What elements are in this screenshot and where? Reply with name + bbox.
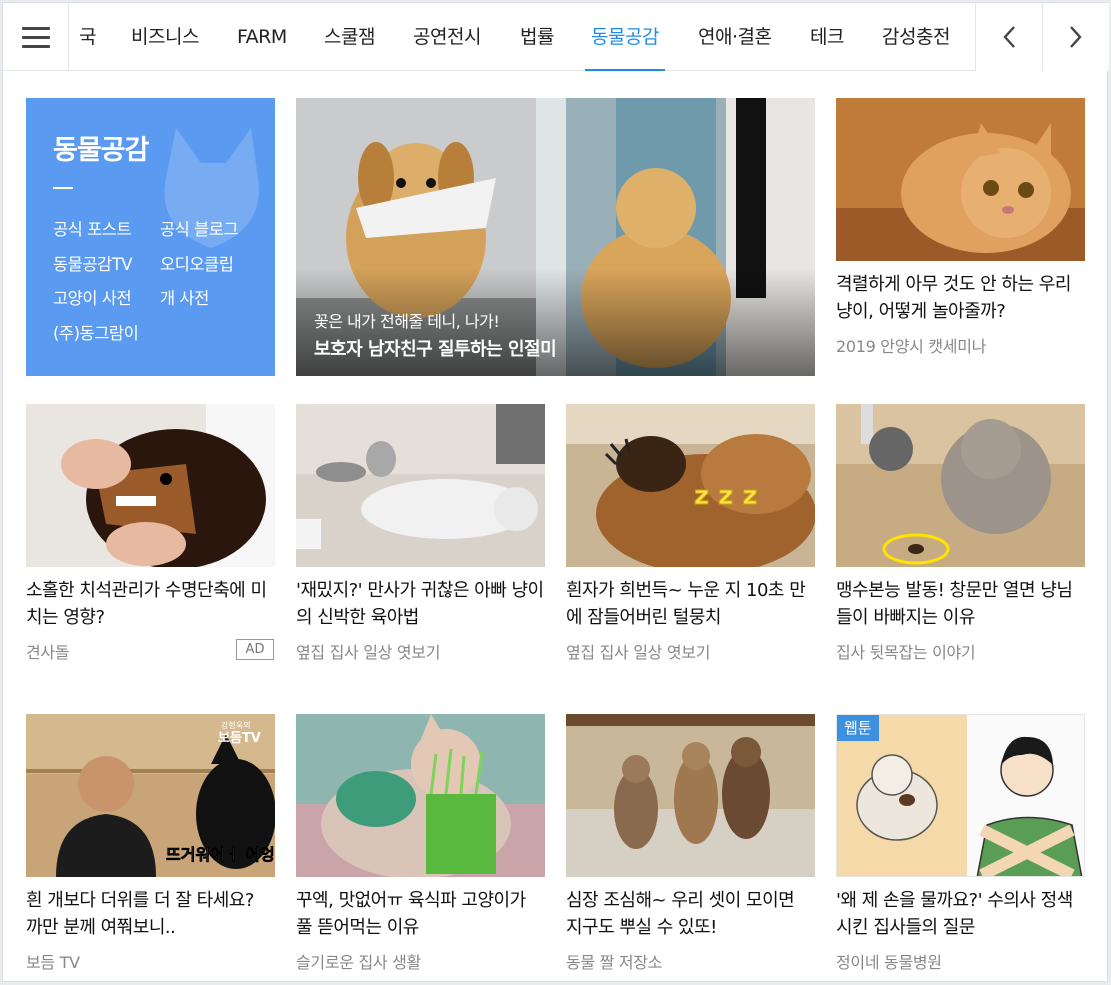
card-thumbnail[interactable]: [26, 404, 275, 567]
tab-schooljam[interactable]: 스쿨잼: [324, 3, 375, 71]
card-thumbnail[interactable]: 강형욱의 보듬TV 뜨거워어ㅓ 어엉!!: [26, 714, 275, 877]
card-title[interactable]: 심장 조심해~ 우리 셋이 모이면 지구도 뿌실 수 있또!: [566, 887, 815, 941]
tab-dating[interactable]: 연애·결혼: [698, 3, 772, 71]
tab-performance[interactable]: 공연전시: [413, 3, 481, 71]
tab-tech[interactable]: 테크: [810, 3, 844, 71]
card-source: 2019 안양시 캣세미나: [836, 337, 987, 356]
card-source: 집사 뒷목잡는 이야기: [836, 643, 976, 662]
card-title[interactable]: 격렬하게 아무 것도 안 하는 우리 냥이, 어떻게 놀아줄까?: [836, 271, 1085, 325]
intro-link-post[interactable]: 공식 포스트: [53, 216, 132, 240]
cat-grass-photo: [296, 714, 545, 877]
tab-news[interactable]: 국: [79, 3, 96, 71]
bodeum-tv-photo: 강형욱의 보듬TV 뜨거워어ㅓ 어엉!!: [26, 714, 275, 877]
intro-link-dog-dict[interactable]: 개 사전: [160, 285, 209, 309]
content-panel: 국 비즈니스 FARM 스쿨잼 공연전시 법률 동물공감 연애·결혼 테크 감성…: [2, 2, 1109, 982]
dog-teeth-photo: [26, 404, 275, 567]
ad-badge: AD: [236, 639, 274, 660]
card-title[interactable]: 소홀한 치석관리가 수명단축에 미치는 영향?: [26, 577, 275, 631]
card-source: 보듬 TV: [26, 953, 80, 972]
divider: [53, 187, 73, 189]
bodeum-tv-logo: 보듬TV: [218, 731, 261, 746]
card-source: 동물 짤 저장소: [566, 953, 663, 972]
featured-title: 보호자 남자친구 질투하는 인절미: [314, 339, 557, 360]
card-thumbnail[interactable]: 웹툰: [836, 714, 1085, 877]
card-title[interactable]: 흰 개보다 더위를 더 잘 타세요? 까만 분께 여쭤보니..: [26, 887, 275, 941]
card-title[interactable]: 흰자가 희번득~ 누운 지 10초 만에 잠들어버린 털뭉치: [566, 577, 815, 631]
card-title[interactable]: '왜 제 손을 물까요?' 수의사 정색시킨 집사들의 질문: [836, 887, 1085, 941]
intro-link-audioclip[interactable]: 오디오클립: [160, 251, 234, 275]
card-thumbnail[interactable]: [296, 404, 545, 567]
cat-photo: [836, 98, 1085, 261]
tab-animals[interactable]: 동물공감: [585, 3, 665, 71]
card-thumbnail[interactable]: z z z: [566, 404, 815, 567]
featured-subtitle: 꽃은 내가 전해줄 테니, 나가!: [314, 312, 500, 331]
featured-card[interactable]: 꽃은 내가 전해줄 테니, 나가! 보호자 남자친구 질투하는 인절미: [296, 98, 815, 376]
intro-link-blog[interactable]: 공식 블로그: [160, 216, 239, 240]
card-source: 옆집 집사 일상 엿보기: [566, 643, 711, 662]
tab-emotion[interactable]: 감성충전: [882, 3, 950, 71]
card-thumbnail[interactable]: [566, 714, 815, 877]
intro-link-tv[interactable]: 동물공감TV: [53, 251, 133, 275]
card-source: 정이네 동물병원: [836, 953, 942, 972]
category-tabs: 국 비즈니스 FARM 스쿨잼 공연전시 법률 동물공감 연애·결혼 테크 감성…: [69, 3, 975, 71]
webtoon-badge: 웹툰: [837, 715, 879, 741]
intro-link-company[interactable]: (주)동그람이: [53, 320, 139, 344]
hamburger-icon[interactable]: [3, 3, 69, 71]
card-thumbnail[interactable]: [836, 404, 1085, 567]
card-title[interactable]: 맹수본능 발동! 창문만 열면 냥님들이 바빠지는 이유: [836, 577, 1085, 631]
bodeum-tv-logo-small: 강형욱의: [221, 720, 250, 730]
tab-farm[interactable]: FARM: [237, 3, 287, 71]
tab-business[interactable]: 비즈니스: [131, 3, 199, 71]
tab-law[interactable]: 법률: [520, 3, 554, 71]
card-thumbnail[interactable]: [296, 714, 545, 877]
puppy-sleeping-photo: z z z: [566, 404, 815, 567]
category-intro-tile: 동물공감 공식 포스트 공식 블로그 동물공감TV 오디오클립 고양이 사전 개…: [26, 98, 275, 376]
cat-bug-photo: [836, 404, 1085, 567]
intro-title: 동물공감: [53, 135, 149, 166]
cat-silhouette-icon: [164, 128, 260, 248]
chevron-left-icon[interactable]: [975, 3, 1041, 71]
intro-link-cat-dict[interactable]: 고양이 사전: [53, 285, 132, 309]
card-title[interactable]: '재밌지?' 만사가 귀찮은 아빠 냥이의 신박한 육아법: [296, 577, 545, 631]
card-thumbnail[interactable]: [836, 98, 1085, 261]
category-nav: 국 비즈니스 FARM 스쿨잼 공연전시 법률 동물공감 연애·결혼 테크 감성…: [3, 3, 1109, 71]
card-source: 옆집 집사 일상 엿보기: [296, 643, 441, 662]
card-title[interactable]: 꾸엑, 맛없어ㅠ 육식파 고양이가 풀 뜯어먹는 이유: [296, 887, 545, 941]
card-source: 견사돌: [26, 643, 70, 662]
card-source: 슬기로운 집사 생활: [296, 953, 421, 972]
three-cats-photo: [566, 714, 815, 877]
chevron-right-icon[interactable]: [1042, 3, 1108, 71]
cat-parenting-photo: [296, 404, 545, 567]
zzz-text: z z z: [694, 481, 758, 511]
image-caption: 뜨거워어ㅓ 어엉!!: [166, 845, 275, 864]
